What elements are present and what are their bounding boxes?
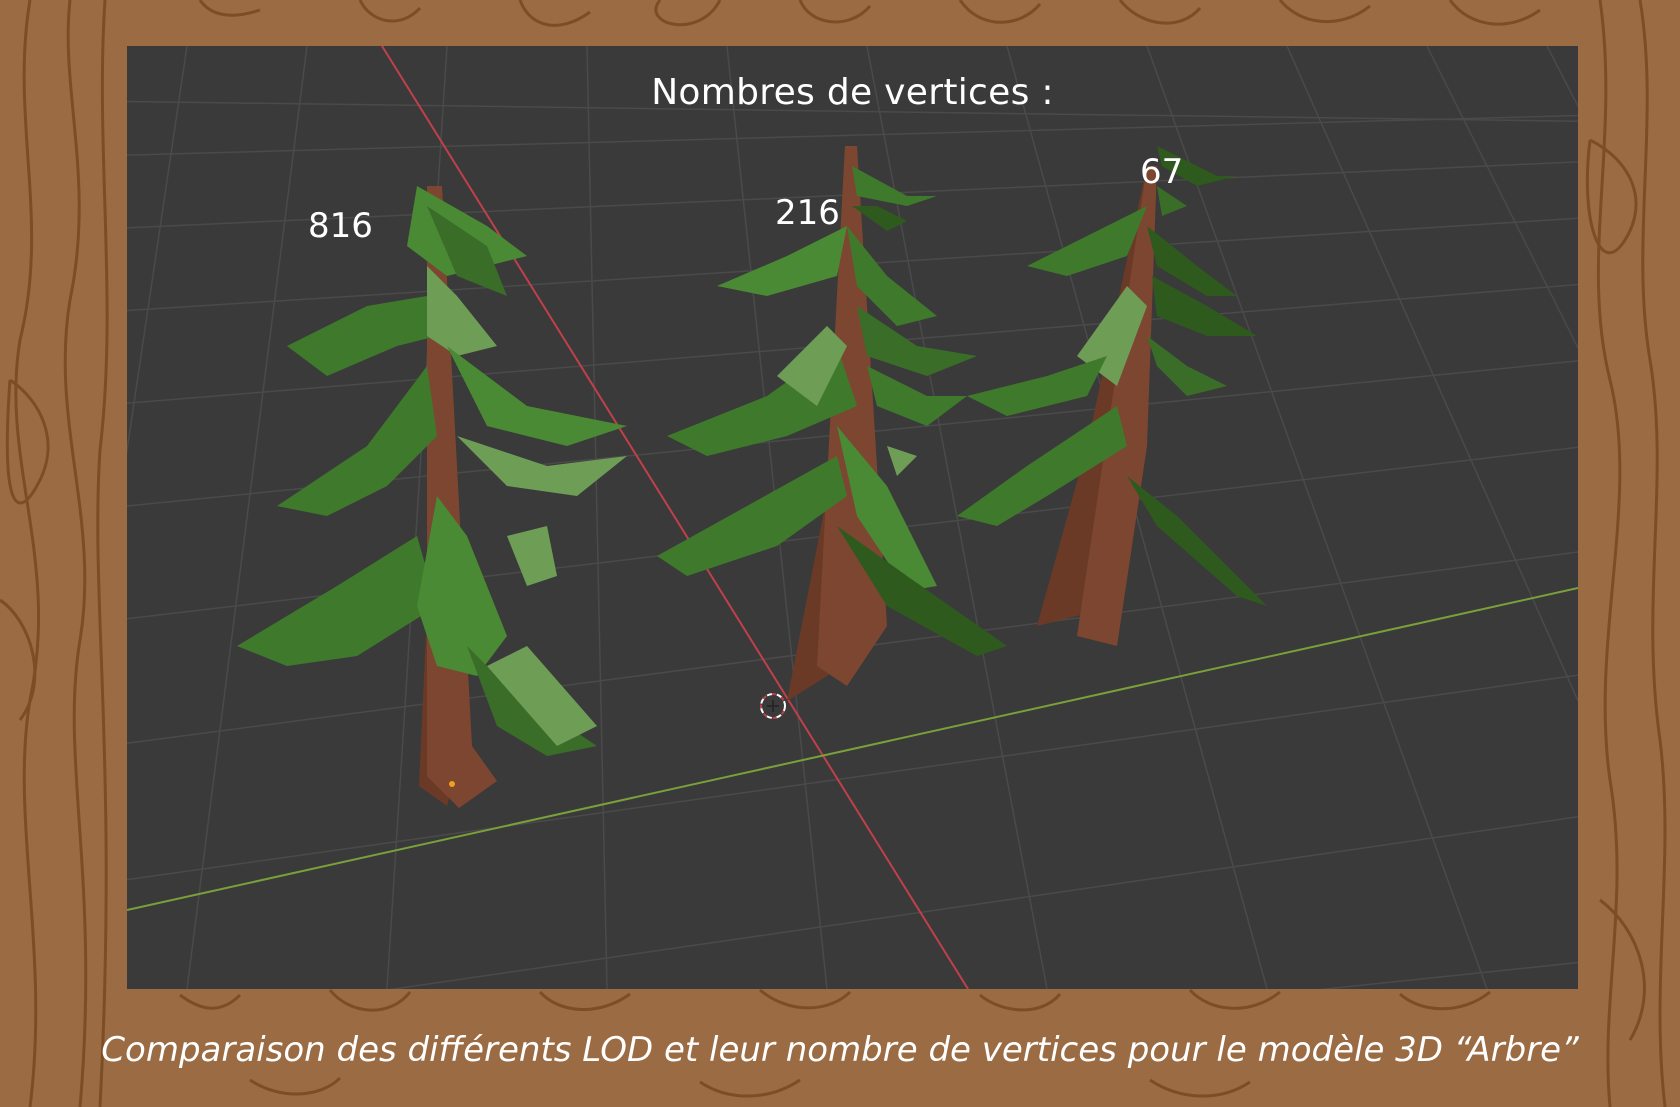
3d-viewport[interactable]: Nombres de vertices : 816 216 67 bbox=[127, 46, 1578, 989]
vertex-count-lod-67: 67 bbox=[1140, 152, 1184, 192]
tree-lod-816[interactable] bbox=[237, 186, 627, 808]
3d-cursor-icon[interactable] bbox=[760, 693, 786, 719]
viewport-scene[interactable] bbox=[127, 46, 1578, 989]
vertex-count-lod-216: 216 bbox=[775, 193, 840, 233]
vertex-count-lod-816: 816 bbox=[308, 206, 373, 246]
viewport-title: Nombres de vertices : bbox=[651, 72, 1054, 113]
origin-dot-icon bbox=[449, 781, 455, 787]
figure-caption: Comparaison des différents LOD et leur n… bbox=[101, 1030, 1579, 1070]
